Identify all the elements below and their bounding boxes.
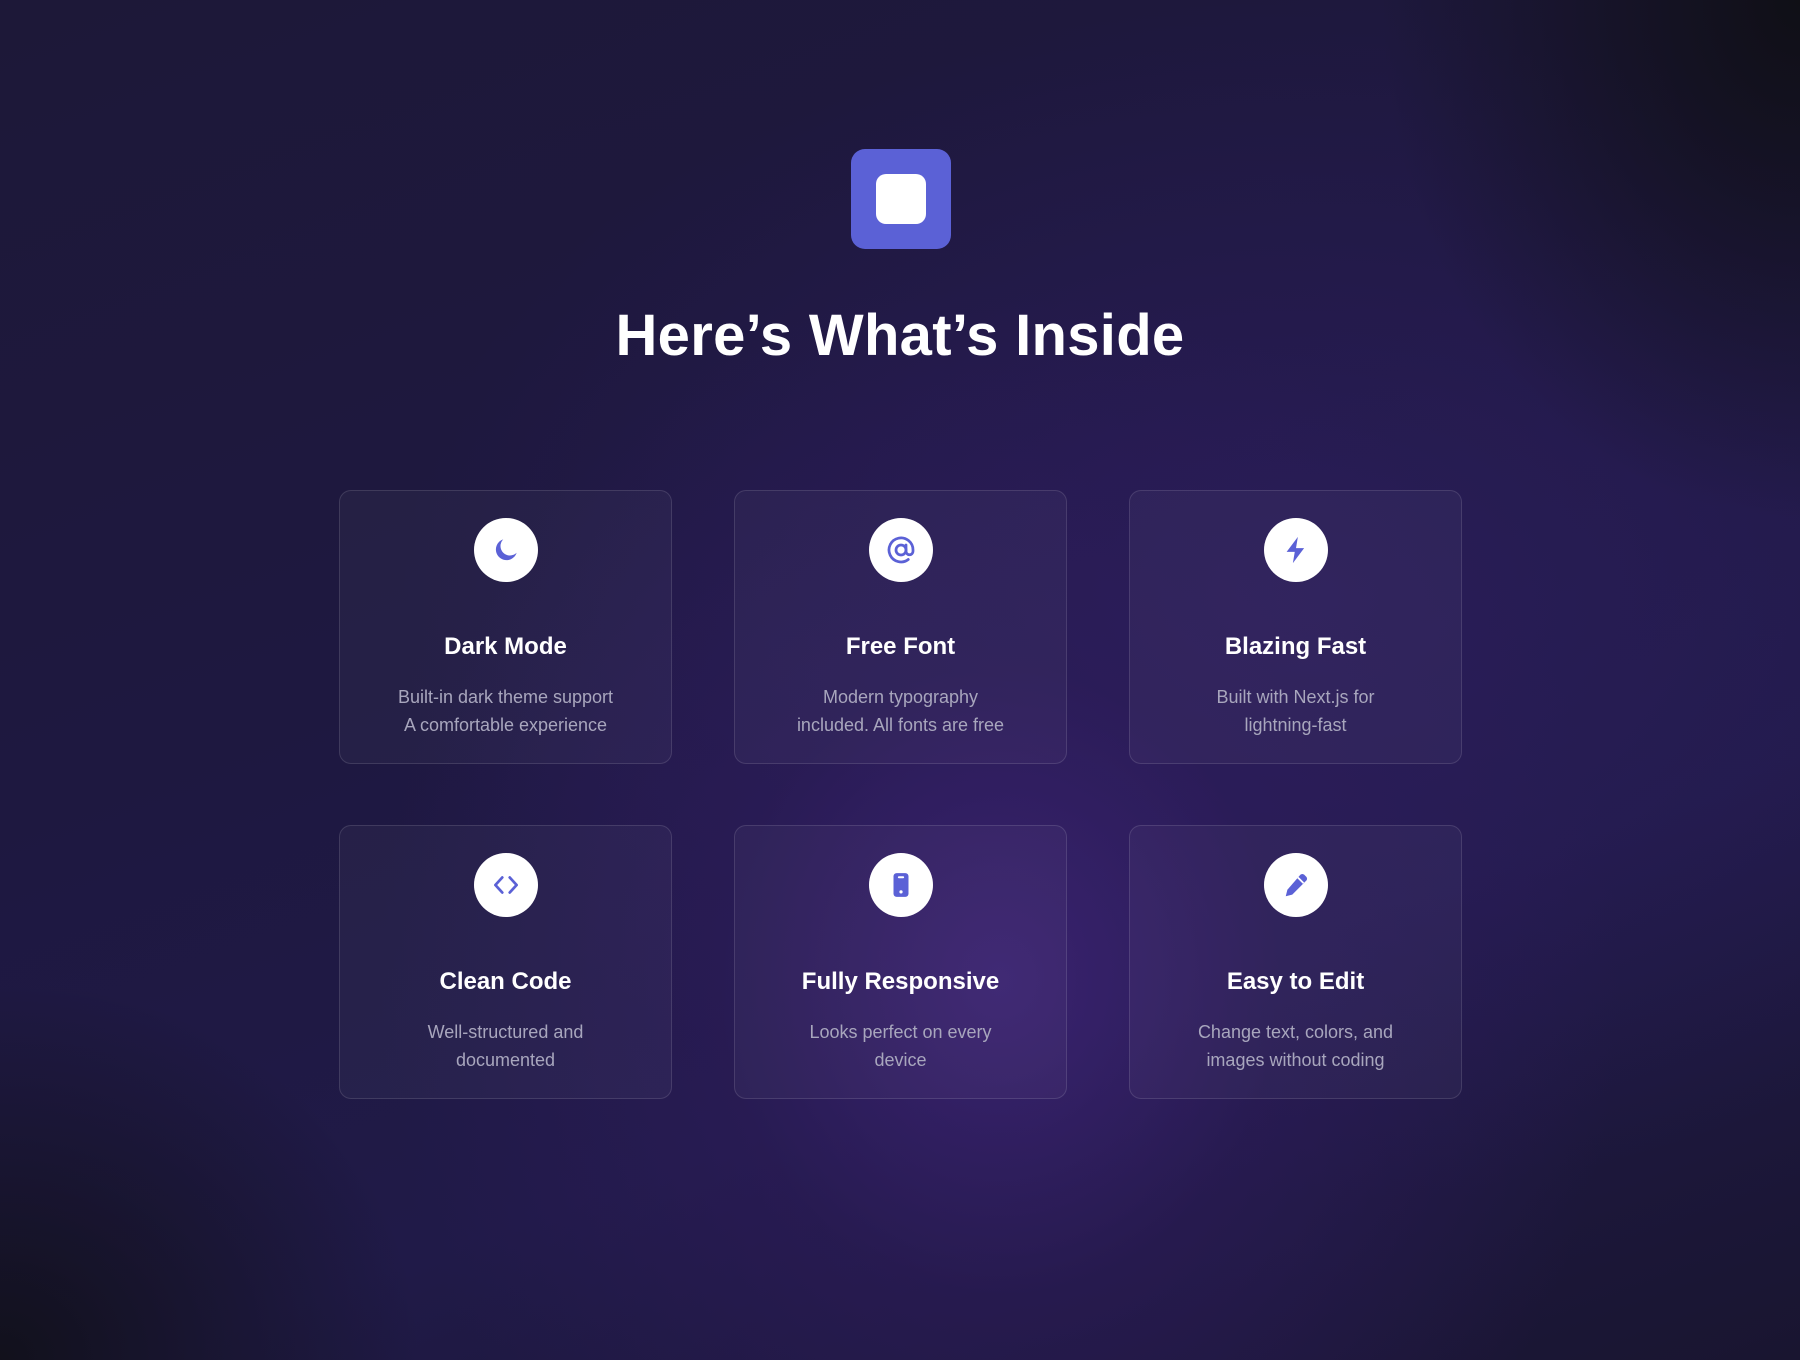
feature-card-easy-to-edit: Easy to Edit Change text, colors, and im… <box>1129 825 1462 1099</box>
pencil-icon <box>1264 853 1328 917</box>
feature-description: Change text, colors, and images without … <box>1197 1022 1394 1070</box>
page-title: Here’s What’s Inside <box>615 303 1185 368</box>
feature-description: Looks perfect on every device <box>809 1022 992 1070</box>
feature-card-blazing-fast: Blazing Fast Built with Next.js for ligh… <box>1129 490 1462 764</box>
code-icon <box>474 853 538 917</box>
lightning-icon <box>1264 518 1328 582</box>
logo-inner-square <box>876 174 926 224</box>
feature-title: Fully Responsive <box>801 968 1000 995</box>
at-sign-icon <box>869 518 933 582</box>
mobile-device-icon <box>869 853 933 917</box>
feature-title: Easy to Edit <box>1226 968 1365 995</box>
feature-card-clean-code: Clean Code Well-structured and documente… <box>339 825 672 1099</box>
feature-description: Built-in dark theme support A comfortabl… <box>397 687 614 735</box>
moon-icon <box>474 518 538 582</box>
square-logo-icon <box>851 149 951 249</box>
feature-title: Blazing Fast <box>1224 633 1367 660</box>
feature-description: Built with Next.js for lightning-fast <box>1216 687 1375 735</box>
feature-card-fully-responsive: Fully Responsive Looks perfect on every … <box>734 825 1067 1099</box>
feature-description: Well-structured and documented <box>427 1022 584 1070</box>
feature-card-dark-mode: Dark Mode Built-in dark theme support A … <box>339 490 672 764</box>
feature-title: Clean Code <box>439 968 572 995</box>
feature-title: Dark Mode <box>444 633 567 660</box>
feature-card-free-font: Free Font Modern typography included. Al… <box>734 490 1067 764</box>
feature-title: Free Font <box>845 633 956 660</box>
feature-grid: Dark Mode Built-in dark theme support A … <box>339 490 1463 1099</box>
features-section: Here’s What’s Inside Dark Mode Built-in … <box>0 0 1800 1360</box>
feature-description: Modern typography included. All fonts ar… <box>796 687 1005 735</box>
